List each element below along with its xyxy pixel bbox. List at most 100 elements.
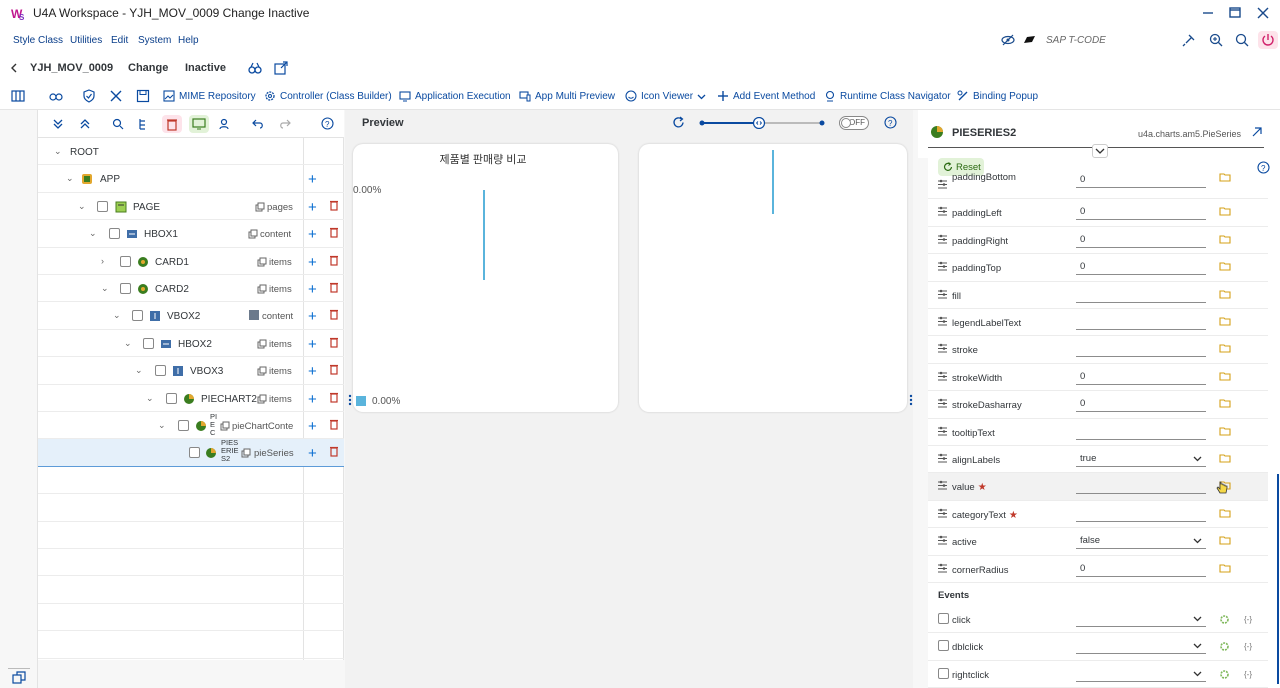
glasses-icon[interactable]: [248, 61, 262, 75]
add-icon[interactable]: +: [308, 445, 317, 462]
event-handler-select[interactable]: [1076, 666, 1206, 682]
refresh-icon[interactable]: [672, 116, 685, 129]
folder-icon[interactable]: [1219, 563, 1231, 573]
node-checkbox[interactable]: [132, 310, 143, 322]
folder-icon[interactable]: [1219, 234, 1231, 244]
folder-icon[interactable]: [1219, 508, 1231, 518]
trash-icon[interactable]: [329, 200, 339, 211]
gear-icon[interactable]: [1219, 614, 1230, 625]
node-checkbox[interactable]: [97, 200, 108, 212]
tree-node-piechartcont[interactable]: ⌄ PIECHARTCONT pieChartConte +: [38, 412, 344, 440]
menu-style-class[interactable]: Style Class: [13, 35, 63, 46]
gear-icon[interactable]: [1219, 641, 1230, 652]
chevron-down-icon[interactable]: ⌄: [89, 228, 97, 239]
trash-icon[interactable]: [329, 392, 339, 403]
prop-value-input[interactable]: [1076, 314, 1206, 330]
undo-icon[interactable]: [252, 118, 264, 130]
tree-node-root[interactable]: ⌄ ROOT: [38, 138, 344, 166]
event-checkbox[interactable]: [938, 667, 949, 679]
preview-toggle[interactable]: OFF: [839, 116, 869, 130]
trash-icon[interactable]: [329, 364, 339, 375]
add-icon[interactable]: +: [308, 171, 317, 188]
back-icon[interactable]: [9, 62, 19, 74]
chevron-down-icon[interactable]: ⌄: [66, 173, 74, 184]
add-icon[interactable]: +: [308, 199, 317, 216]
icon-viewer-button[interactable]: Icon Viewer: [625, 89, 706, 103]
prop-value-select[interactable]: false: [1076, 533, 1206, 550]
tree-structure-icon[interactable]: [138, 118, 150, 130]
help-icon[interactable]: ?: [321, 117, 334, 130]
prop-value-select[interactable]: true: [1076, 451, 1206, 467]
collapse-header-button[interactable]: [1092, 144, 1108, 158]
glasses-icon[interactable]: [49, 89, 63, 103]
delete-node-button[interactable]: [162, 115, 182, 133]
folder-icon[interactable]: [1219, 206, 1231, 216]
collapse-all-icon[interactable]: [79, 118, 91, 130]
prop-value-input[interactable]: [1076, 478, 1206, 495]
folder-icon[interactable]: [1219, 316, 1231, 326]
prop-value-input[interactable]: 0: [1076, 396, 1206, 413]
binding-popup-button[interactable]: Binding Popup: [957, 89, 1038, 103]
open-window-icon[interactable]: [12, 671, 26, 685]
add-icon[interactable]: +: [308, 418, 317, 435]
tree-node-piechart2[interactable]: ⌄ PIECHART2 items +: [38, 385, 344, 412]
controller-class-builder-button[interactable]: Controller (Class Builder): [264, 89, 392, 103]
trash-icon[interactable]: [329, 255, 339, 266]
trash-icon[interactable]: [329, 227, 339, 238]
chevron-down-icon[interactable]: ⌄: [101, 283, 109, 294]
folder-icon[interactable]: [1219, 535, 1231, 545]
add-icon[interactable]: +: [308, 336, 317, 353]
folder-icon[interactable]: [1219, 371, 1231, 381]
menu-system[interactable]: System: [138, 35, 171, 46]
menu-help[interactable]: Help: [178, 35, 199, 46]
tree-node-page[interactable]: ⌄ PAGE pages +: [38, 193, 344, 221]
preview-node-button[interactable]: [189, 115, 209, 133]
scrollbar-thumb[interactable]: [1277, 474, 1279, 684]
folder-icon[interactable]: [1219, 172, 1231, 182]
tree-node-card2[interactable]: ⌄ CARD2 items +: [38, 275, 344, 303]
chevron-down-icon[interactable]: ⌄: [135, 365, 143, 376]
chevron-down-icon[interactable]: ⌄: [78, 201, 86, 212]
tree-node-vbox2[interactable]: ⌄ VBOX2 content +: [38, 302, 344, 330]
node-checkbox[interactable]: [166, 392, 177, 404]
drag-handle-icon[interactable]: [347, 394, 353, 406]
add-icon[interactable]: +: [308, 363, 317, 380]
add-icon[interactable]: +: [308, 254, 317, 271]
chevron-right-icon[interactable]: ›: [101, 256, 104, 266]
code-icon[interactable]: {-}: [1244, 615, 1252, 624]
prop-value-input[interactable]: [1076, 287, 1206, 303]
node-checkbox[interactable]: [109, 228, 120, 240]
trash-icon[interactable]: [329, 282, 339, 293]
folder-icon[interactable]: [1219, 453, 1231, 463]
chevron-down-icon[interactable]: ⌄: [113, 310, 121, 321]
prop-value-input[interactable]: [1076, 506, 1206, 522]
chevron-down-icon[interactable]: ⌄: [54, 146, 62, 157]
add-icon[interactable]: +: [308, 281, 317, 298]
prop-value-input[interactable]: 0: [1076, 204, 1206, 221]
zoom-in-icon[interactable]: [1208, 32, 1224, 48]
node-checkbox[interactable]: [189, 447, 200, 459]
application-execution-button[interactable]: Application Execution: [399, 89, 511, 103]
add-icon[interactable]: +: [308, 391, 317, 408]
prop-value-input[interactable]: 0: [1076, 232, 1206, 248]
trash-icon[interactable]: [329, 446, 339, 457]
maximize-icon[interactable]: [1226, 4, 1244, 22]
add-event-method-button[interactable]: Add Event Method: [717, 89, 815, 103]
chevron-down-icon[interactable]: ⌄: [146, 393, 154, 404]
external-link-icon[interactable]: [274, 61, 288, 75]
chevron-down-icon[interactable]: ⌄: [158, 420, 166, 431]
menu-utilities[interactable]: Utilities: [70, 35, 102, 46]
trash-icon[interactable]: [329, 309, 339, 320]
add-icon[interactable]: +: [308, 308, 317, 325]
power-button[interactable]: [1258, 31, 1278, 49]
prop-value-input[interactable]: 0: [1076, 369, 1206, 385]
pin-icon[interactable]: [1181, 32, 1197, 48]
link-icon[interactable]: [1251, 126, 1263, 138]
tree-node-hbox2[interactable]: ⌄ HBOX2 items +: [38, 330, 344, 358]
prop-value-input[interactable]: 0: [1076, 172, 1206, 188]
expand-all-icon[interactable]: [52, 118, 64, 130]
event-checkbox[interactable]: [938, 613, 949, 624]
shield-check-icon[interactable]: [82, 89, 96, 103]
code-icon[interactable]: {-}: [1244, 642, 1252, 651]
tcode-label[interactable]: SAP T-CODE: [1046, 35, 1106, 46]
